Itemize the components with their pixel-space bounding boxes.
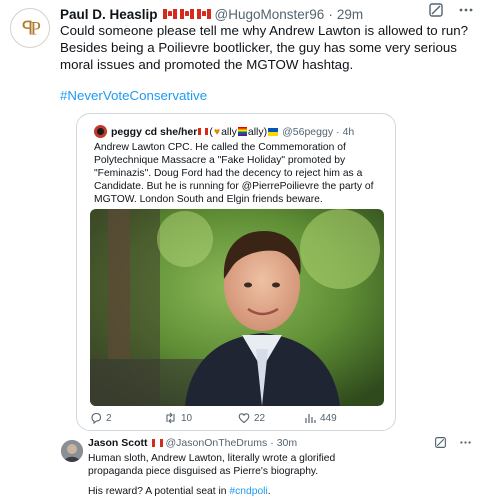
svg-text:ꟼP: ꟼP [22, 19, 41, 40]
quote-header: peggy cd she/her ( ♥ ally ally) @56peggy… [94, 125, 354, 138]
hashtag-link[interactable]: #cndpoli [229, 486, 267, 497]
separator-dot: · [328, 6, 333, 22]
quote-name-paren: ( [209, 125, 213, 138]
tweet-header: Paul D. Heaslip @HugoMonster96 · 29m [60, 4, 472, 24]
post-time[interactable]: 29m [337, 7, 363, 22]
reply-header: Jason Scott @JasonOnTheDrums · 30m [88, 437, 297, 449]
tweet: ꟼP Paul D. Heaslip @HugoMonster96 · 29m … [0, 0, 480, 499]
reply-text-prefix: His reward? A potential seat in [88, 486, 230, 497]
pp-logo: ꟼP [11, 9, 49, 47]
reply-avatar[interactable] [61, 440, 83, 462]
reply-icon [91, 412, 102, 424]
tweet-text: Could someone please tell me why Andrew … [60, 23, 469, 72]
ukraine-flag-icon [268, 127, 279, 136]
quote-author-name[interactable]: peggy cd she/her [111, 126, 197, 138]
hashtag-link[interactable]: #NeverVoteConservative [60, 88, 207, 103]
quote-text: Andrew Lawton CPC. He called the Commemo… [94, 142, 374, 205]
grok-icon[interactable] [428, 2, 444, 18]
reply-text: Human sloth, Andrew Lawton, literally wr… [88, 453, 336, 477]
more-icon[interactable] [459, 436, 472, 454]
heart-icon [238, 413, 250, 424]
canada-flag-icon [179, 9, 194, 19]
separator-dot: · [336, 125, 340, 138]
reply-time[interactable]: 30m [277, 437, 297, 449]
quote-avatar[interactable] [94, 125, 107, 138]
quote-photo[interactable] [90, 209, 384, 406]
separator-dot: · [270, 437, 274, 449]
author-avatar[interactable]: ꟼP [10, 8, 50, 48]
header-actions [428, 2, 474, 18]
canada-flag-icon [198, 128, 209, 135]
views-button[interactable]: 449 [304, 412, 364, 424]
repost-count: 10 [181, 412, 193, 424]
reply-tweet[interactable]: Jason Scott @JasonOnTheDrums · 30m Human… [58, 432, 480, 499]
more-icon[interactable] [458, 2, 474, 18]
quote-handle[interactable]: @56peggy [282, 126, 333, 138]
author-handle[interactable]: @HugoMonster96 [215, 7, 325, 22]
like-count: 22 [254, 412, 266, 424]
quote-ally-1: ally [221, 125, 237, 138]
reply-count: 2 [106, 412, 112, 424]
author-name[interactable]: Paul D. Heaslip [60, 7, 158, 22]
orange-heart-icon: ♥ [213, 125, 221, 138]
author-flags [162, 9, 211, 19]
canada-flag-icon [196, 9, 211, 19]
quote-actions: 2 10 22 449 [90, 412, 384, 424]
like-button[interactable]: 22 [238, 412, 304, 424]
repost-icon [166, 412, 175, 424]
reply-header-actions [434, 436, 472, 454]
repost-button[interactable]: 10 [164, 412, 238, 424]
views-icon [305, 414, 316, 423]
view-count: 449 [320, 412, 337, 424]
reply-handle[interactable]: @JasonOnTheDrums [166, 437, 268, 449]
rainbow-flag-icon [237, 127, 247, 136]
canada-flag-icon [151, 439, 163, 447]
canada-flag-icon [162, 9, 177, 19]
quote-ally-2: ally) [247, 125, 268, 138]
grok-icon[interactable] [434, 436, 447, 454]
quoted-tweet[interactable]: peggy cd she/her ( ♥ ally ally) @56peggy… [76, 113, 396, 431]
reply-text-suffix: . [267, 486, 271, 497]
reply-author-name[interactable]: Jason Scott [88, 437, 148, 449]
reply-text-line2: His reward? A potential seat in #cndpoli… [88, 486, 388, 497]
reply-button[interactable]: 2 [90, 412, 164, 424]
quote-time[interactable]: 4h [343, 126, 355, 138]
